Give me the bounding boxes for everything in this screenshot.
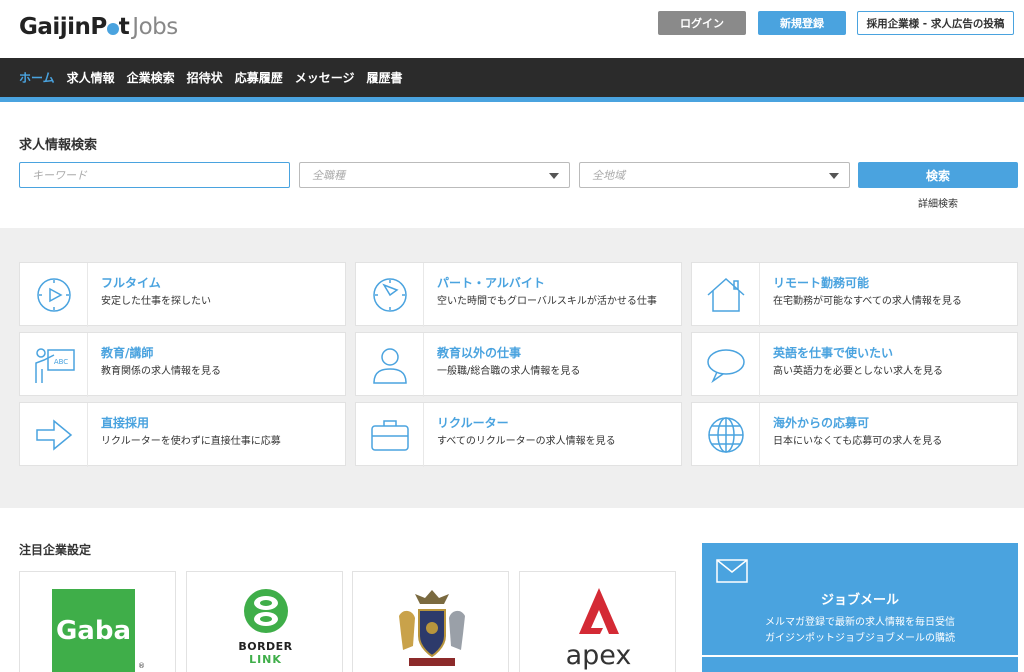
category-grid: フルタイム 安定した仕事を探したい パート・アルバイト 空いた時間でもグローバル… xyxy=(0,228,1024,508)
category-desc: 在宅勤務が可能なすべての求人情報を見る xyxy=(773,296,962,307)
region-value: 全地域 xyxy=(592,169,625,182)
job-search-section: 求人情報検索 キーワード 全職種 全地域 検索 詳細検索 xyxy=(0,107,1024,228)
category-card-parttime[interactable]: パート・アルバイト 空いた時間でもグローバルスキルが活かせる仕事 xyxy=(355,262,682,327)
company-logo-borderlink[interactable]: BORDER LINK xyxy=(186,571,343,672)
logo-dot-icon xyxy=(106,23,119,35)
category-title: 教育以外の仕事 xyxy=(437,346,522,360)
category-desc: 空いた時間でもグローバルスキルが活かせる仕事 xyxy=(437,296,657,307)
login-button[interactable]: ログイン xyxy=(658,11,746,35)
main-nav: ホーム 求人情報 企業検索 招待状 応募履歴 メッセージ 履歴書 xyxy=(0,58,1024,102)
site-logo[interactable]: GaijinP t Jobs xyxy=(19,10,178,44)
category-card-recruiter[interactable]: リクルーター すべてのリクルーターの求人情報を見る xyxy=(355,402,682,467)
category-title: 直接採用 xyxy=(101,416,150,430)
category-card-remote[interactable]: リモート勤務可能 在宅勤務が可能なすべての求人情報を見る xyxy=(691,262,1018,327)
advanced-search-link[interactable]: 詳細検索 xyxy=(858,195,1018,210)
logo-text: GaijinP t xyxy=(19,14,130,40)
company-logo-crest[interactable] xyxy=(352,571,509,672)
next-panel[interactable] xyxy=(702,657,1018,672)
category-desc: 一般職/総合職の求人情報を見る xyxy=(437,366,581,377)
nav-item-home[interactable]: ホーム xyxy=(19,69,55,86)
globe-icon xyxy=(692,403,760,467)
keyword-input[interactable]: キーワード xyxy=(19,162,290,188)
category-value: 全職種 xyxy=(312,169,345,182)
job-mail-desc: メルマガ登録で最新の求人情報を毎日受信 xyxy=(765,617,955,628)
keyword-placeholder: キーワード xyxy=(32,169,87,182)
briefcase-icon xyxy=(356,403,424,467)
nav-item-resume[interactable]: 履歴書 xyxy=(366,69,402,86)
crest-emblem-icon xyxy=(399,590,465,666)
employer-post-button[interactable]: 採用企業様 - 求人広告の投稿 xyxy=(857,11,1014,35)
category-desc: 安定した仕事を探したい xyxy=(101,296,211,307)
job-mail-title: ジョブメール xyxy=(820,593,899,608)
region-select[interactable]: 全地域 xyxy=(579,162,850,188)
chevron-down-icon xyxy=(829,173,839,179)
nav-item-companies[interactable]: 企業検索 xyxy=(127,69,175,86)
category-title: 英語を仕事で使いたい xyxy=(773,346,894,360)
featured-title: 注目企業設定 xyxy=(19,543,92,557)
apex-mark-icon xyxy=(579,588,619,634)
nav-item-invitations[interactable]: 招待状 xyxy=(187,69,223,86)
registered-mark: ® xyxy=(138,662,145,670)
site-header: GaijinP t Jobs ログイン 新規登録 採用企業様 - 求人広告の投稿 xyxy=(0,0,1024,58)
category-card-direct[interactable]: 直接採用 リクルーターを使わずに直接仕事に応募 xyxy=(19,402,346,467)
nav-item-applications[interactable]: 応募履歴 xyxy=(235,69,283,86)
gaba-logo: Gaba xyxy=(52,589,135,672)
job-mail-panel[interactable]: ジョブメール メルマガ登録で最新の求人情報を毎日受信 ガイジンポットジョブジョブ… xyxy=(702,543,1018,655)
chevron-down-icon xyxy=(549,173,559,179)
svg-text:ABC: ABC xyxy=(53,358,67,366)
borderlink-logo: BORDER LINK xyxy=(187,586,344,666)
category-title: 教育/講師 xyxy=(101,346,154,360)
category-card-overseas[interactable]: 海外からの応募可 日本にいなくても応募可の求人を見る xyxy=(691,402,1018,467)
register-button[interactable]: 新規登録 xyxy=(758,11,846,35)
house-icon xyxy=(692,263,760,327)
clock-pie-icon xyxy=(356,263,424,327)
category-card-english[interactable]: 英語を仕事で使いたい 高い英語力を必要としない求人を見る xyxy=(691,332,1018,397)
search-button[interactable]: 検索 xyxy=(858,162,1018,188)
category-title: 海外からの応募可 xyxy=(773,416,870,430)
borderlink-text-2: LINK xyxy=(249,653,282,666)
category-desc: 高い英語力を必要としない求人を見る xyxy=(773,366,943,377)
teacher-icon: ABC xyxy=(20,333,88,397)
category-title: リモート勤務可能 xyxy=(773,276,870,290)
category-card-non-teaching[interactable]: 教育以外の仕事 一般職/総合職の求人情報を見る xyxy=(355,332,682,397)
nav-item-jobs[interactable]: 求人情報 xyxy=(67,69,115,86)
category-desc: 教育関係の求人情報を見る xyxy=(101,366,221,377)
speech-bubble-icon xyxy=(692,333,760,397)
category-desc: すべてのリクルーターの求人情報を見る xyxy=(437,436,616,447)
arrow-right-icon xyxy=(20,403,88,467)
category-select[interactable]: 全職種 xyxy=(299,162,570,188)
category-desc: 日本にいなくても応募可の求人を見る xyxy=(773,436,943,447)
company-logo-apex[interactable]: apex xyxy=(519,571,676,672)
category-title: リクルーター xyxy=(437,416,509,430)
envelope-icon xyxy=(716,559,748,583)
apex-logo-text: apex xyxy=(565,640,632,671)
borderlink-emblem-icon xyxy=(243,589,288,633)
category-title: パート・アルバイト xyxy=(437,276,545,290)
category-title: フルタイム xyxy=(101,276,161,290)
borderlink-text: BORDER xyxy=(238,640,293,653)
search-title: 求人情報検索 xyxy=(19,138,98,153)
category-desc: リクルーターを使わずに直接仕事に応募 xyxy=(101,436,281,447)
category-card-fulltime[interactable]: フルタイム 安定した仕事を探したい xyxy=(19,262,346,327)
person-icon xyxy=(356,333,424,397)
company-logo-gaba[interactable]: Gaba ® xyxy=(19,571,176,672)
logo-subtext: Jobs xyxy=(132,14,178,40)
job-mail-desc-2: ガイジンポットジョブジョブメールの購読 xyxy=(765,633,955,644)
category-card-teaching[interactable]: ABC 教育/講師 教育関係の求人情報を見る xyxy=(19,332,346,397)
nav-item-messages[interactable]: メッセージ xyxy=(295,69,355,86)
featured-companies-section: 注目企業設定 Gaba ® BORDER LINK apex ジョブメール メル… xyxy=(0,508,1024,672)
clock-play-icon xyxy=(20,263,88,327)
